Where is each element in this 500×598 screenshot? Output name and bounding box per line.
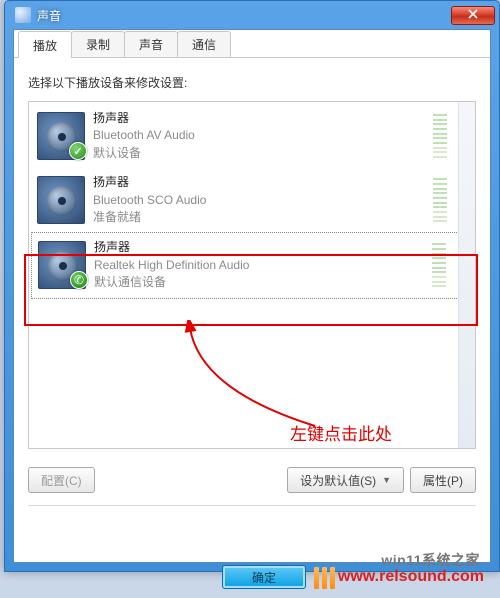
chevron-down-icon: ▼	[382, 475, 391, 485]
tab-strip: 播放 录制 声音 通信	[14, 30, 490, 58]
close-icon	[468, 8, 478, 22]
tab-content: 选择以下播放设备来修改设置: 扬声器 Bluetooth AV Audio 默认…	[14, 58, 490, 505]
dialog-body: 播放 录制 声音 通信 选择以下播放设备来修改设置: 扬声器 Bluetooth…	[13, 29, 491, 563]
configure-button[interactable]: 配置(C)	[28, 467, 95, 493]
tab-recording[interactable]: 录制	[71, 31, 125, 57]
sound-dialog: 声音 播放 录制 声音 通信 选择以下播放设备来修改设置: 扬声器	[4, 0, 500, 572]
close-button[interactable]	[451, 6, 495, 25]
annotation-text: 左键点击此处	[290, 420, 392, 445]
window-title: 声音	[37, 7, 61, 24]
watermark-cn: win11系统之家	[381, 550, 480, 570]
device-sub: Bluetooth SCO Audio	[93, 192, 425, 209]
separator	[28, 505, 476, 506]
device-listbox[interactable]: 扬声器 Bluetooth AV Audio 默认设备 扬声器 Bluetoot…	[28, 101, 476, 449]
device-status: 默认设备	[93, 145, 425, 162]
tab-playback[interactable]: 播放	[18, 31, 72, 58]
tab-sounds[interactable]: 声音	[124, 31, 178, 57]
ok-button-outer[interactable]: 确定	[222, 565, 306, 589]
properties-button[interactable]: 属性(P)	[410, 467, 476, 493]
device-name: 扬声器	[93, 174, 425, 191]
volume-meter-icon	[432, 243, 446, 287]
device-name: 扬声器	[94, 239, 424, 256]
device-name: 扬声器	[93, 110, 425, 127]
configure-label: 配置(C)	[41, 472, 82, 489]
titlebar[interactable]: 声音	[5, 1, 499, 29]
decoration-bars	[314, 567, 335, 589]
set-default-button[interactable]: 设为默认值(S) ▼	[287, 467, 404, 493]
volume-meter-icon	[433, 178, 447, 222]
device-item-selected[interactable]: 扬声器 Realtek High Definition Audio 默认通信设备	[31, 232, 473, 298]
device-status: 默认通信设备	[94, 274, 424, 291]
device-sub: Realtek High Definition Audio	[94, 257, 424, 274]
device-sub: Bluetooth AV Audio	[93, 127, 425, 144]
set-default-label: 设为默认值(S)	[300, 472, 376, 489]
tab-communications[interactable]: 通信	[177, 31, 231, 57]
watermark-en: www.relsound.com	[338, 568, 484, 586]
volume-meter-icon	[433, 114, 447, 158]
ok-label: 确定	[252, 569, 276, 586]
device-status: 准备就绪	[93, 209, 425, 226]
device-item[interactable]: 扬声器 Bluetooth AV Audio 默认设备	[31, 104, 473, 168]
button-row: 配置(C) 设为默认值(S) ▼ 属性(P)	[28, 467, 476, 493]
properties-label: 属性(P)	[423, 472, 463, 489]
default-check-icon	[69, 142, 87, 160]
instruction-text: 选择以下播放设备来修改设置:	[28, 74, 476, 91]
device-item[interactable]: 扬声器 Bluetooth SCO Audio 准备就绪	[31, 168, 473, 232]
app-icon	[15, 7, 31, 23]
speaker-icon	[37, 176, 85, 224]
